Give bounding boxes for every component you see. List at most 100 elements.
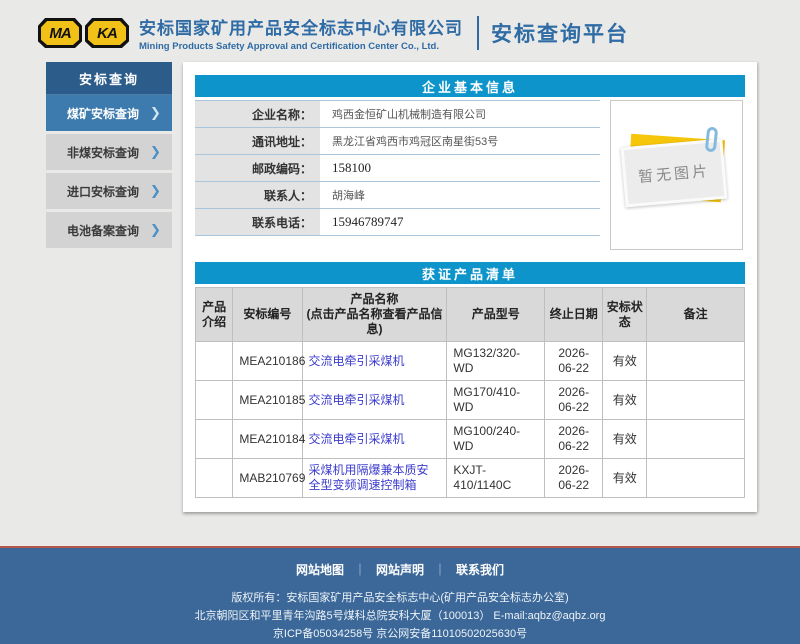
copyright-block: 版权所有：安标国家矿用产品安全标志中心(矿用产品安全标志办公室) 北京朝阳区和平… — [0, 589, 800, 643]
cell-intro — [196, 381, 233, 420]
contact-person-value: 胡海峰 — [320, 182, 600, 208]
company-name-row: 企业名称： 鸡西金恒矿山机械制造有限公司 — [195, 101, 600, 128]
products-table: 产品介绍 安标编号 产品名称 (点击产品名称查看产品信息) 产品型号 终止日期 … — [195, 287, 745, 498]
col-header-name-line2: (点击产品名称查看产品信息) — [305, 307, 445, 337]
product-name-link[interactable]: 交流电牵引采煤机 — [309, 432, 405, 446]
chevron-right-icon: ❯ — [150, 222, 172, 238]
chevron-right-icon: ❯ — [150, 105, 172, 121]
cell-product-name: 交流电牵引采煤机 — [302, 381, 447, 420]
site-footer: 网站地图 ｜ 网站声明 ｜ 联系我们 版权所有：安标国家矿用产品安全标志中心(矿… — [0, 548, 800, 644]
company-address-row: 通讯地址： 黑龙江省鸡西市鸡冠区南星街53号 — [195, 128, 600, 155]
cell-expiry: 2026-06-22 — [545, 459, 603, 498]
field-label: 企业名称： — [195, 101, 320, 127]
col-header-remark: 备注 — [647, 288, 745, 342]
cell-cert-no: MEA210186 — [233, 342, 302, 381]
copyright-line-1: 版权所有：安标国家矿用产品安全标志中心(矿用产品安全标志办公室) — [0, 589, 800, 607]
sidebar-item-label: 煤矿安标查询 — [46, 105, 150, 122]
main-panel: 企业基本信息 企业名称： 鸡西金恒矿山机械制造有限公司 通讯地址： 黑龙江省鸡西… — [183, 62, 757, 512]
no-image-card: 暂无图片 — [623, 133, 731, 211]
link-separator: ｜ — [434, 561, 446, 578]
col-header-expiry: 终止日期 — [545, 288, 603, 342]
cell-model: MG132/320-WD — [447, 342, 545, 381]
org-names: 安标国家矿用产品安全标志中心有限公司 Mining Products Safet… — [139, 14, 463, 52]
product-row: MEA210185 交流电牵引采煤机 MG170/410-WD 2026-06-… — [196, 381, 745, 420]
cell-remark — [647, 342, 745, 381]
product-name-link[interactable]: 采煤机用隔爆兼本质安全型变频调速控制箱 — [309, 463, 429, 492]
col-header-name-line1: 产品名称 — [305, 292, 445, 307]
product-row: MEA210184 交流电牵引采煤机 MG100/240-WD 2026-06-… — [196, 420, 745, 459]
contact-phone-row: 联系电话： 15946789747 — [195, 209, 600, 236]
product-row: MEA210186 交流电牵引采煤机 MG132/320-WD 2026-06-… — [196, 342, 745, 381]
company-info-table: 企业名称： 鸡西金恒矿山机械制造有限公司 通讯地址： 黑龙江省鸡西市鸡冠区南星街… — [195, 100, 600, 250]
footer-link-statement[interactable]: 网站声明 — [376, 561, 424, 578]
sidebar-title: 安标查询 — [46, 62, 172, 95]
sidebar-item-import-query[interactable]: 进口安标查询 ❯ — [46, 173, 172, 209]
col-header-status: 安标状态 — [603, 288, 647, 342]
cell-model: MG170/410-WD — [447, 381, 545, 420]
no-image-text: 暂无图片 — [637, 159, 711, 186]
sidebar-item-label: 电池备案查询 — [46, 222, 150, 239]
chevron-right-icon: ❯ — [150, 183, 172, 199]
ma-badge-icon: MA — [38, 18, 82, 48]
cell-intro — [196, 420, 233, 459]
cell-status: 有效 — [603, 381, 647, 420]
org-name-en: Mining Products Safety Approval and Cert… — [139, 41, 463, 52]
field-label: 通讯地址： — [195, 128, 320, 154]
sidebar-item-noncoal-query[interactable]: 非煤安标查询 ❯ — [46, 134, 172, 170]
col-header-name: 产品名称 (点击产品名称查看产品信息) — [302, 288, 447, 342]
ka-badge-label: KA — [97, 25, 117, 42]
footer-link-sitemap[interactable]: 网站地图 — [296, 561, 344, 578]
cell-model: KXJT-410/1140C — [447, 459, 545, 498]
copyright-line-3: 京ICP备05034258号 京公网安备11010502025630号 — [0, 625, 800, 643]
footer-links: 网站地图 ｜ 网站声明 ｜ 联系我们 — [0, 548, 800, 578]
cell-status: 有效 — [603, 342, 647, 381]
product-name-link[interactable]: 交流电牵引采煤机 — [309, 354, 405, 368]
products-header-row: 产品介绍 安标编号 产品名称 (点击产品名称查看产品信息) 产品型号 终止日期 … — [196, 288, 745, 342]
org-name-cn: 安标国家矿用产品安全标志中心有限公司 — [139, 14, 463, 39]
col-header-model: 产品型号 — [447, 288, 545, 342]
sidebar-item-battery-query[interactable]: 电池备案查询 ❯ — [46, 212, 172, 248]
cell-intro — [196, 342, 233, 381]
sidebar-item-label: 进口安标查询 — [46, 183, 150, 200]
col-header-intro: 产品介绍 — [196, 288, 233, 342]
product-name-link[interactable]: 交流电牵引采煤机 — [309, 393, 405, 407]
products-section: 获证产品清单 产品介绍 安标编号 产品名称 (点击产品名称查看产品信息) 产品型… — [195, 262, 745, 498]
cell-intro — [196, 459, 233, 498]
company-name-value: 鸡西金恒矿山机械制造有限公司 — [320, 101, 600, 127]
cell-product-name: 采煤机用隔爆兼本质安全型变频调速控制箱 — [302, 459, 447, 498]
products-section-header: 获证产品清单 — [195, 262, 745, 284]
cell-model: MG100/240-WD — [447, 420, 545, 459]
footer-link-contact[interactable]: 联系我们 — [456, 561, 504, 578]
cell-expiry: 2026-06-22 — [545, 342, 603, 381]
page: MA KA 安标国家矿用产品安全标志中心有限公司 Mining Products… — [0, 0, 800, 644]
header-divider — [477, 16, 479, 50]
ma-badge-label: MA — [49, 25, 70, 42]
sidebar-item-coal-query[interactable]: 煤矿安标查询 ❯ — [46, 95, 172, 131]
cell-cert-no: MAB210769 — [233, 459, 302, 498]
contact-phone-value: 15946789747 — [320, 209, 600, 235]
cell-expiry: 2026-06-22 — [545, 420, 603, 459]
cell-expiry: 2026-06-22 — [545, 381, 603, 420]
cell-remark — [647, 420, 745, 459]
maka-logo: MA KA — [38, 18, 129, 48]
platform-title: 安标查询平台 — [491, 18, 629, 48]
company-info-area: 企业名称： 鸡西金恒矿山机械制造有限公司 通讯地址： 黑龙江省鸡西市鸡冠区南星街… — [195, 100, 745, 250]
cell-cert-no: MEA210184 — [233, 420, 302, 459]
cell-status: 有效 — [603, 420, 647, 459]
contact-person-row: 联系人： 胡海峰 — [195, 182, 600, 209]
col-header-cert-no: 安标编号 — [233, 288, 302, 342]
sidebar-item-label: 非煤安标查询 — [46, 144, 150, 161]
cell-remark — [647, 459, 745, 498]
company-address-value: 黑龙江省鸡西市鸡冠区南星街53号 — [320, 128, 600, 154]
postal-code-row: 邮政编码： 158100 — [195, 155, 600, 182]
cell-product-name: 交流电牵引采煤机 — [302, 420, 447, 459]
cell-status: 有效 — [603, 459, 647, 498]
company-section-header: 企业基本信息 — [195, 75, 745, 97]
field-label: 联系电话： — [195, 209, 320, 235]
field-label: 联系人： — [195, 182, 320, 208]
company-photo-placeholder: 暂无图片 — [610, 100, 743, 250]
site-header: MA KA 安标国家矿用产品安全标志中心有限公司 Mining Products… — [38, 8, 629, 58]
cell-remark — [647, 381, 745, 420]
link-separator: ｜ — [354, 561, 366, 578]
ka-badge-icon: KA — [85, 18, 129, 48]
